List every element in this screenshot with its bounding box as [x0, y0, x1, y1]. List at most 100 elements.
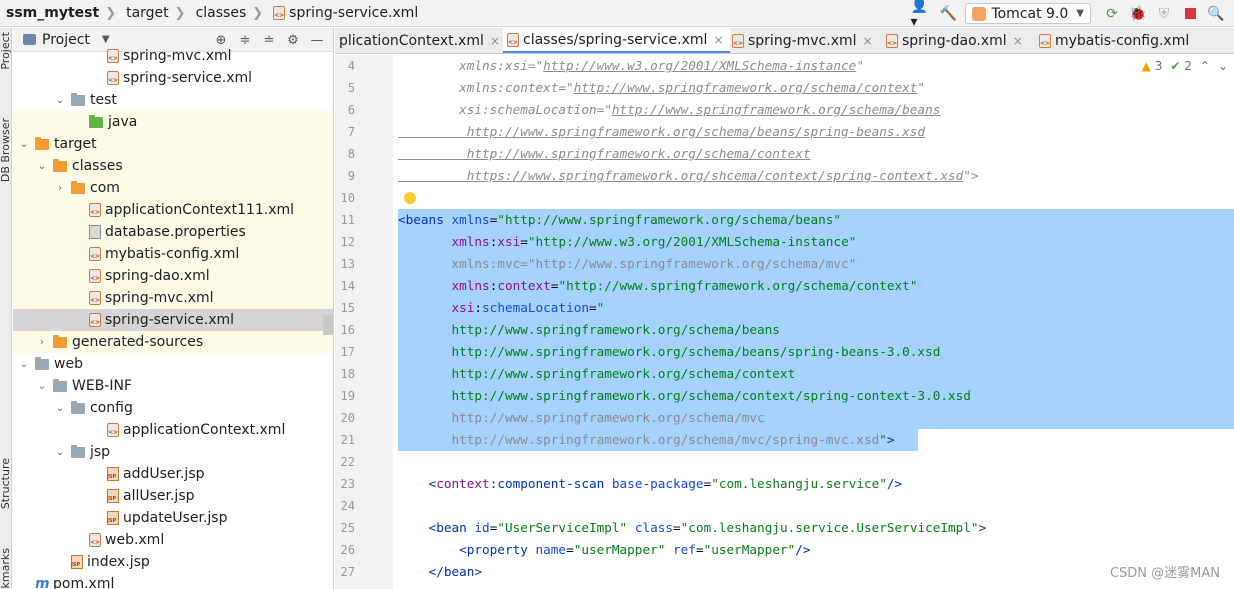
chevron-down-icon[interactable]: ⌄: [17, 139, 31, 150]
tree-item[interactable]: › generated-sources: [13, 331, 333, 353]
tree-item[interactable]: ⌄ web: [13, 353, 333, 375]
code-token: http://www.springframework.org/schema/co…: [398, 366, 796, 381]
lightbulb-icon[interactable]: [404, 192, 416, 204]
tree-item[interactable]: spring-mvc.xml: [13, 45, 333, 67]
breadcrumb-file[interactable]: spring-service.xml: [267, 0, 418, 27]
code-token: ref: [673, 542, 696, 557]
tree-item[interactable]: › com: [13, 177, 333, 199]
code-line[interactable]: xsi:schemaLocation="http://www.springfra…: [398, 99, 940, 121]
code-line[interactable]: http://www.springframework.org/schema/mv…: [398, 429, 894, 451]
editor-tab[interactable]: spring-mvc.xml ×: [728, 28, 879, 53]
search-icon[interactable]: 🔍: [1204, 3, 1228, 25]
inspection-widget[interactable]: ▲ 3 ✔ 2 ⌃ ⌄: [1142, 59, 1228, 73]
code-line[interactable]: xmlns:xsi="http://www.w3.org/2001/XMLSch…: [398, 55, 864, 77]
chevron-down-icon[interactable]: ⌄: [35, 381, 49, 392]
code-line[interactable]: <bean id="UserServiceImpl" class="com.le…: [398, 517, 987, 539]
tree-item[interactable]: spring-service.xml: [13, 67, 333, 89]
code-token: xmlns: [451, 212, 490, 227]
editor-tab[interactable]: plicationContext.xml ×: [335, 28, 506, 53]
code-line[interactable]: http://www.springframework.org/schema/be…: [398, 319, 779, 341]
code-token: ": [596, 300, 605, 315]
tree-item[interactable]: m pom.xml: [13, 573, 333, 589]
editor-tab[interactable]: mybatis-config.xml: [1035, 28, 1195, 53]
close-icon[interactable]: ×: [490, 34, 500, 48]
chevron-right-icon[interactable]: ›: [35, 337, 49, 348]
code-line[interactable]: <context:component-scan base-package="co…: [398, 473, 903, 495]
chevron-down-icon[interactable]: ⌄: [35, 161, 49, 172]
editor-tab[interactable]: classes/spring-service.xml ×: [503, 28, 730, 53]
db-browser-tool-tab[interactable]: DB Browser: [0, 118, 12, 182]
tree-item[interactable]: ⌄ target: [13, 133, 333, 155]
code-line[interactable]: https://www.springframework.org/shcema/c…: [398, 165, 979, 187]
close-icon[interactable]: ×: [863, 34, 873, 48]
chevron-down-icon[interactable]: ⌄: [17, 359, 31, 370]
chevron-down-icon[interactable]: ⌄: [53, 95, 67, 106]
hammer-icon[interactable]: 🔨: [936, 3, 960, 25]
tree-item[interactable]: spring-dao.xml: [13, 265, 333, 287]
code-line[interactable]: http://www.springframework.org/schema/be…: [398, 121, 925, 143]
code-line[interactable]: http://www.springframework.org/schema/co…: [398, 143, 811, 165]
chevron-down-icon[interactable]: ⌄: [53, 403, 67, 414]
folder-icon: [53, 378, 67, 392]
tree-item[interactable]: applicationContext.xml: [13, 419, 333, 441]
code-line[interactable]: http://www.springframework.org/schema/mv…: [398, 407, 764, 429]
tree-item[interactable]: ⌄ jsp: [13, 441, 333, 463]
close-icon[interactable]: ×: [713, 33, 723, 47]
code-line[interactable]: <property name="userMapper" ref="userMap…: [398, 539, 810, 561]
tree-item[interactable]: ⌄ classes: [13, 155, 333, 177]
code-line[interactable]: http://www.springframework.org/schema/be…: [398, 341, 940, 363]
run-config-selector[interactable]: Tomcat 9.0 ▼: [965, 3, 1091, 24]
tree-item[interactable]: applicationContext111.xml: [13, 199, 333, 221]
code-editor[interactable]: 4 5 6 7 8 9 10 11 12 13 14 15 16 17 18 19 20 21 22 23 24 25 26…: [335, 55, 1234, 589]
chevron-down-icon[interactable]: ⌄: [1218, 59, 1228, 73]
tree-scrollbar[interactable]: [323, 315, 333, 335]
coverage-icon[interactable]: ⛨: [1152, 3, 1176, 25]
close-icon[interactable]: ×: [1013, 34, 1023, 48]
breadcrumb-classes[interactable]: classes: [190, 0, 247, 27]
code-line[interactable]: xmlns:context="http://www.springframewor…: [398, 77, 925, 99]
chevron-right-icon[interactable]: ›: [53, 183, 67, 194]
tree-item[interactable]: database.properties: [13, 221, 333, 243]
tree-item[interactable]: web.xml: [13, 529, 333, 551]
code-token: http://www.springframework.org/schema/co…: [573, 80, 918, 95]
code-line[interactable]: http://www.springframework.org/schema/co…: [398, 385, 970, 407]
code-line[interactable]: xmlns:mvc="http://www.springframework.or…: [398, 253, 856, 275]
tab-label: mybatis-config.xml: [1055, 33, 1190, 49]
stop-icon[interactable]: [1178, 3, 1202, 25]
code-line[interactable]: xsi:schemaLocation=": [398, 297, 604, 319]
editor-tab[interactable]: spring-dao.xml ×: [882, 28, 1029, 53]
tree-item[interactable]: updateUser.jsp: [13, 507, 333, 529]
structure-tool-tab[interactable]: Structure: [0, 458, 12, 509]
chevron-down-icon[interactable]: ▼: [102, 34, 110, 45]
chevron-up-icon[interactable]: ⌃: [1200, 59, 1210, 73]
xml-file-icon: [89, 313, 101, 327]
code-line[interactable]: http://www.springframework.org/schema/co…: [398, 363, 795, 385]
user-icon[interactable]: 👤▾: [910, 0, 934, 30]
chevron-down-icon[interactable]: ⌄: [53, 447, 67, 458]
rerun-icon[interactable]: ⟳: [1100, 3, 1124, 25]
tree-item[interactable]: ⌄ WEB-INF: [13, 375, 333, 397]
tab-label: spring-mvc.xml: [748, 33, 857, 49]
tree-item[interactable]: mybatis-config.xml: [13, 243, 333, 265]
tree-item[interactable]: ⌄ test: [13, 89, 333, 111]
debug-icon[interactable]: 🐞: [1126, 3, 1150, 25]
breadcrumb-project[interactable]: ssm_mytest: [0, 0, 99, 27]
tree-item[interactable]: index.jsp: [13, 551, 333, 573]
project-tool-tab[interactable]: Project: [0, 32, 12, 70]
tree-item[interactable]: allUser.jsp: [13, 485, 333, 507]
tree-item[interactable]: spring-mvc.xml: [13, 287, 333, 309]
breadcrumb-target[interactable]: target: [120, 0, 169, 27]
tree-item[interactable]: spring-service.xml: [13, 309, 333, 331]
folder-icon: [71, 444, 85, 458]
tree-item[interactable]: java: [13, 111, 333, 133]
tree-item[interactable]: ⌄ config: [13, 397, 333, 419]
code-line[interactable]: </bean>: [398, 561, 482, 583]
code-line[interactable]: <beans xmlns="http://www.springframework…: [398, 209, 841, 231]
xml-file-icon: [89, 247, 101, 261]
code-line[interactable]: xmlns:xsi="http://www.w3.org/2001/XMLSch…: [398, 231, 856, 253]
folder-icon: [71, 92, 85, 106]
line-number: 19: [340, 389, 355, 403]
code-line[interactable]: xmlns:context="http://www.springframewor…: [398, 275, 917, 297]
tree-item[interactable]: addUser.jsp: [13, 463, 333, 485]
bookmarks-tool-tab[interactable]: Bookmarks: [0, 548, 12, 589]
